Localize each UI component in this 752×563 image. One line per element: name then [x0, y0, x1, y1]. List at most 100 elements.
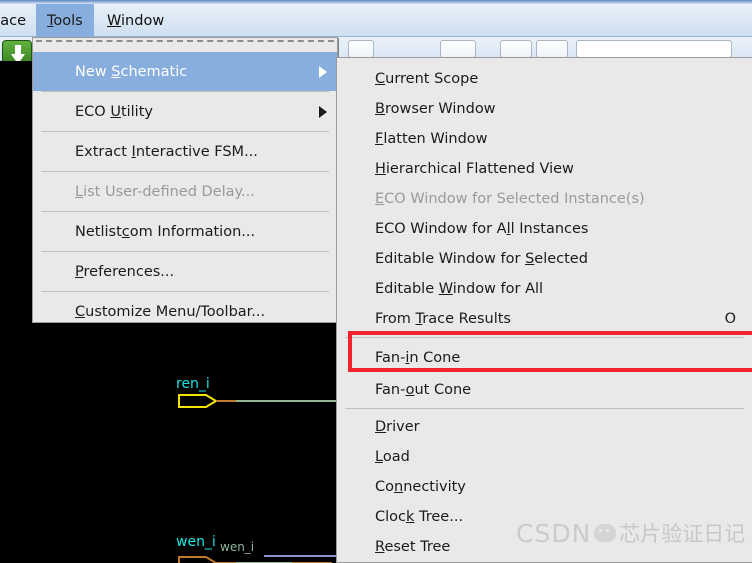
- menu-tearoff-handle[interactable]: [36, 40, 334, 51]
- mnemonic-underline: o: [405, 382, 415, 398]
- submenu-item-from-trace-results-label: From Trace Results: [375, 311, 511, 327]
- menu-item-preferences[interactable]: Preferences...: [33, 252, 337, 291]
- submenu-item-fan-out-cone[interactable]: Fan-out Cone: [337, 375, 752, 405]
- submenu-item-editable-window-for-all-label: Editable Window for All: [375, 281, 544, 297]
- submenu-item-eco-window-for-all-instances-label: ECO Window for All Instances: [375, 221, 589, 237]
- mnemonic-underline: n: [394, 479, 404, 495]
- submenu-item-browser-window[interactable]: Browser Window: [337, 94, 752, 124]
- submenu-item-flatten-window-label: Flatten Window: [375, 131, 488, 147]
- mnemonic-underline: L: [375, 449, 383, 465]
- port-pentagon-icon: [178, 394, 218, 408]
- toolbar-search-input[interactable]: [576, 40, 732, 58]
- port-pentagon-icon: [178, 556, 218, 563]
- submenu-item-reset-tree[interactable]: Reset Tree: [337, 532, 752, 562]
- menubar-item-clipped[interactable]: ace: [0, 4, 32, 37]
- mnemonic-underline: D: [375, 419, 387, 435]
- mnemonic-underline: W: [107, 12, 122, 29]
- chevron-right-icon: [319, 65, 327, 78]
- port-symbol-wen-i[interactable]: [178, 555, 218, 563]
- submenu-item-load-label: Load: [375, 449, 410, 465]
- submenu-item-editable-window-for-all[interactable]: Editable Window for All: [337, 274, 752, 304]
- wire-ren-i: [236, 400, 336, 402]
- menu-item-list-user-defined-delay-label: List User-defined Delay...: [75, 183, 255, 200]
- menu-item-new-schematic-label: New Schematic: [75, 63, 188, 80]
- menu-item-netlistcom-information-label: Netlistcom Information...: [75, 223, 256, 240]
- mnemonic-underline: S: [525, 251, 535, 267]
- wire-ren-i-stub: [216, 400, 236, 402]
- menubar-item-window[interactable]: Window: [96, 4, 175, 37]
- mnemonic-underline: C: [375, 71, 386, 87]
- signal-label-wen-i-ghost: wen_i: [220, 540, 255, 554]
- menu-item-preferences-label: Preferences...: [75, 263, 175, 280]
- menu-item-new-schematic[interactable]: New Schematic: [33, 52, 337, 91]
- mnemonic-underline: i: [405, 350, 410, 366]
- submenu-separator: [345, 337, 744, 338]
- mnemonic-underline: B: [375, 101, 385, 117]
- submenu-item-current-scope-label: Current Scope: [375, 71, 479, 87]
- menu-bar: ace Tools Window: [0, 4, 752, 37]
- mnemonic-underline: c: [121, 223, 130, 240]
- submenu-item-hierarchical-flattened-view-label: Hierarchical Flattened View: [375, 161, 574, 177]
- arrow-stem: [15, 45, 21, 54]
- submenu-item-clock-tree[interactable]: Clock Tree...: [337, 502, 752, 532]
- submenu-item-hierarchical-flattened-view[interactable]: Hierarchical Flattened View: [337, 154, 752, 184]
- signal-label-wen-i: wen_i: [176, 534, 216, 550]
- menu-item-eco-utility[interactable]: ECO Utility: [33, 92, 337, 131]
- submenu-item-reset-tree-label: Reset Tree: [375, 539, 451, 555]
- submenu-item-editable-window-for-selected-label: Editable Window for Selected: [375, 251, 588, 267]
- toolbar-button-1[interactable]: [348, 40, 374, 58]
- submenu-item-driver-label: Driver: [375, 419, 420, 435]
- menubar-item-tools-label: Tools: [47, 13, 83, 29]
- toolbar-button-2[interactable]: [440, 40, 476, 58]
- submenu-item-driver[interactable]: Driver: [337, 412, 752, 442]
- mnemonic-underline: l: [506, 221, 511, 237]
- submenu-item-editable-window-for-selected[interactable]: Editable Window for Selected: [337, 244, 752, 274]
- menu-item-extract-interactive-fsm-label: Extract Interactive FSM...: [75, 143, 258, 160]
- submenu-item-fan-out-cone-label: Fan-out Cone: [375, 382, 472, 398]
- menubar-item-tools[interactable]: Tools: [36, 4, 94, 37]
- wire-violet: [264, 555, 338, 557]
- submenu-item-connectivity-label: Connectivity: [375, 479, 466, 495]
- mnemonic-underline: H: [375, 161, 386, 177]
- submenu-item-fan-in-cone-label: Fan-in Cone: [375, 350, 461, 366]
- mnemonic-underline: k: [406, 509, 415, 525]
- submenu-item-from-trace-results[interactable]: From Trace Results O: [337, 304, 752, 334]
- menu-item-netlistcom-information[interactable]: Netlistcom Information...: [33, 212, 337, 251]
- toolbar-button-prev[interactable]: [500, 40, 532, 58]
- mnemonic-underline: W: [438, 281, 453, 297]
- new-schematic-submenu: Current Scope Browser Window Flatten Win…: [336, 57, 752, 563]
- menubar-item-window-label: Window: [107, 13, 164, 29]
- submenu-item-browser-window-label: Browser Window: [375, 101, 496, 117]
- signal-label-ren-i: ren_i: [176, 376, 210, 392]
- menu-item-list-user-defined-delay: List User-defined Delay...: [33, 172, 337, 211]
- submenu-item-current-scope[interactable]: Current Scope: [337, 64, 752, 94]
- submenu-item-eco-window-for-selected-instances-label: ECO Window for Selected Instance(s): [375, 191, 645, 207]
- submenu-item-clock-tree-label: Clock Tree...: [375, 509, 464, 525]
- mnemonic-underline: L: [75, 183, 84, 200]
- submenu-item-connectivity[interactable]: Connectivity: [337, 472, 752, 502]
- mnemonic-underline: R: [375, 539, 385, 555]
- port-symbol-ren-i[interactable]: [178, 393, 218, 408]
- mnemonic-underline: E: [375, 191, 385, 207]
- submenu-item-eco-window-for-all-instances[interactable]: ECO Window for All Instances: [337, 214, 752, 244]
- menubar-item-clipped-label: ace: [0, 12, 26, 29]
- application-window: ace Tools Window ren_i wen_i wen_i New S…: [0, 0, 752, 563]
- submenu-item-load[interactable]: Load: [337, 442, 752, 472]
- menu-item-customize-menu-toolbar[interactable]: Customize Menu/Toolbar...: [33, 292, 337, 331]
- menubar-item-window-rest: indow: [121, 12, 165, 29]
- tools-dropdown-menu: New Schematic ECO Utility Extract Intera…: [32, 37, 338, 323]
- toolbar-button-next[interactable]: [536, 40, 568, 58]
- submenu-separator: [345, 408, 744, 409]
- mnemonic-underline: F: [375, 131, 384, 147]
- submenu-item-flatten-window[interactable]: Flatten Window: [337, 124, 752, 154]
- mnemonic-underline: P: [75, 263, 84, 280]
- mnemonic-underline: I: [131, 143, 136, 160]
- menubar-item-tools-rest: ools: [53, 12, 83, 29]
- menu-item-extract-interactive-fsm[interactable]: Extract Interactive FSM...: [33, 132, 337, 171]
- mnemonic-underline: C: [75, 303, 86, 320]
- menu-item-customize-menu-toolbar-label: Customize Menu/Toolbar...: [75, 303, 266, 320]
- mnemonic-underline: S: [111, 63, 121, 80]
- submenu-item-from-trace-results-accel: O: [724, 311, 736, 327]
- mnemonic-underline: U: [110, 103, 121, 120]
- submenu-item-fan-in-cone[interactable]: Fan-in Cone: [337, 341, 752, 375]
